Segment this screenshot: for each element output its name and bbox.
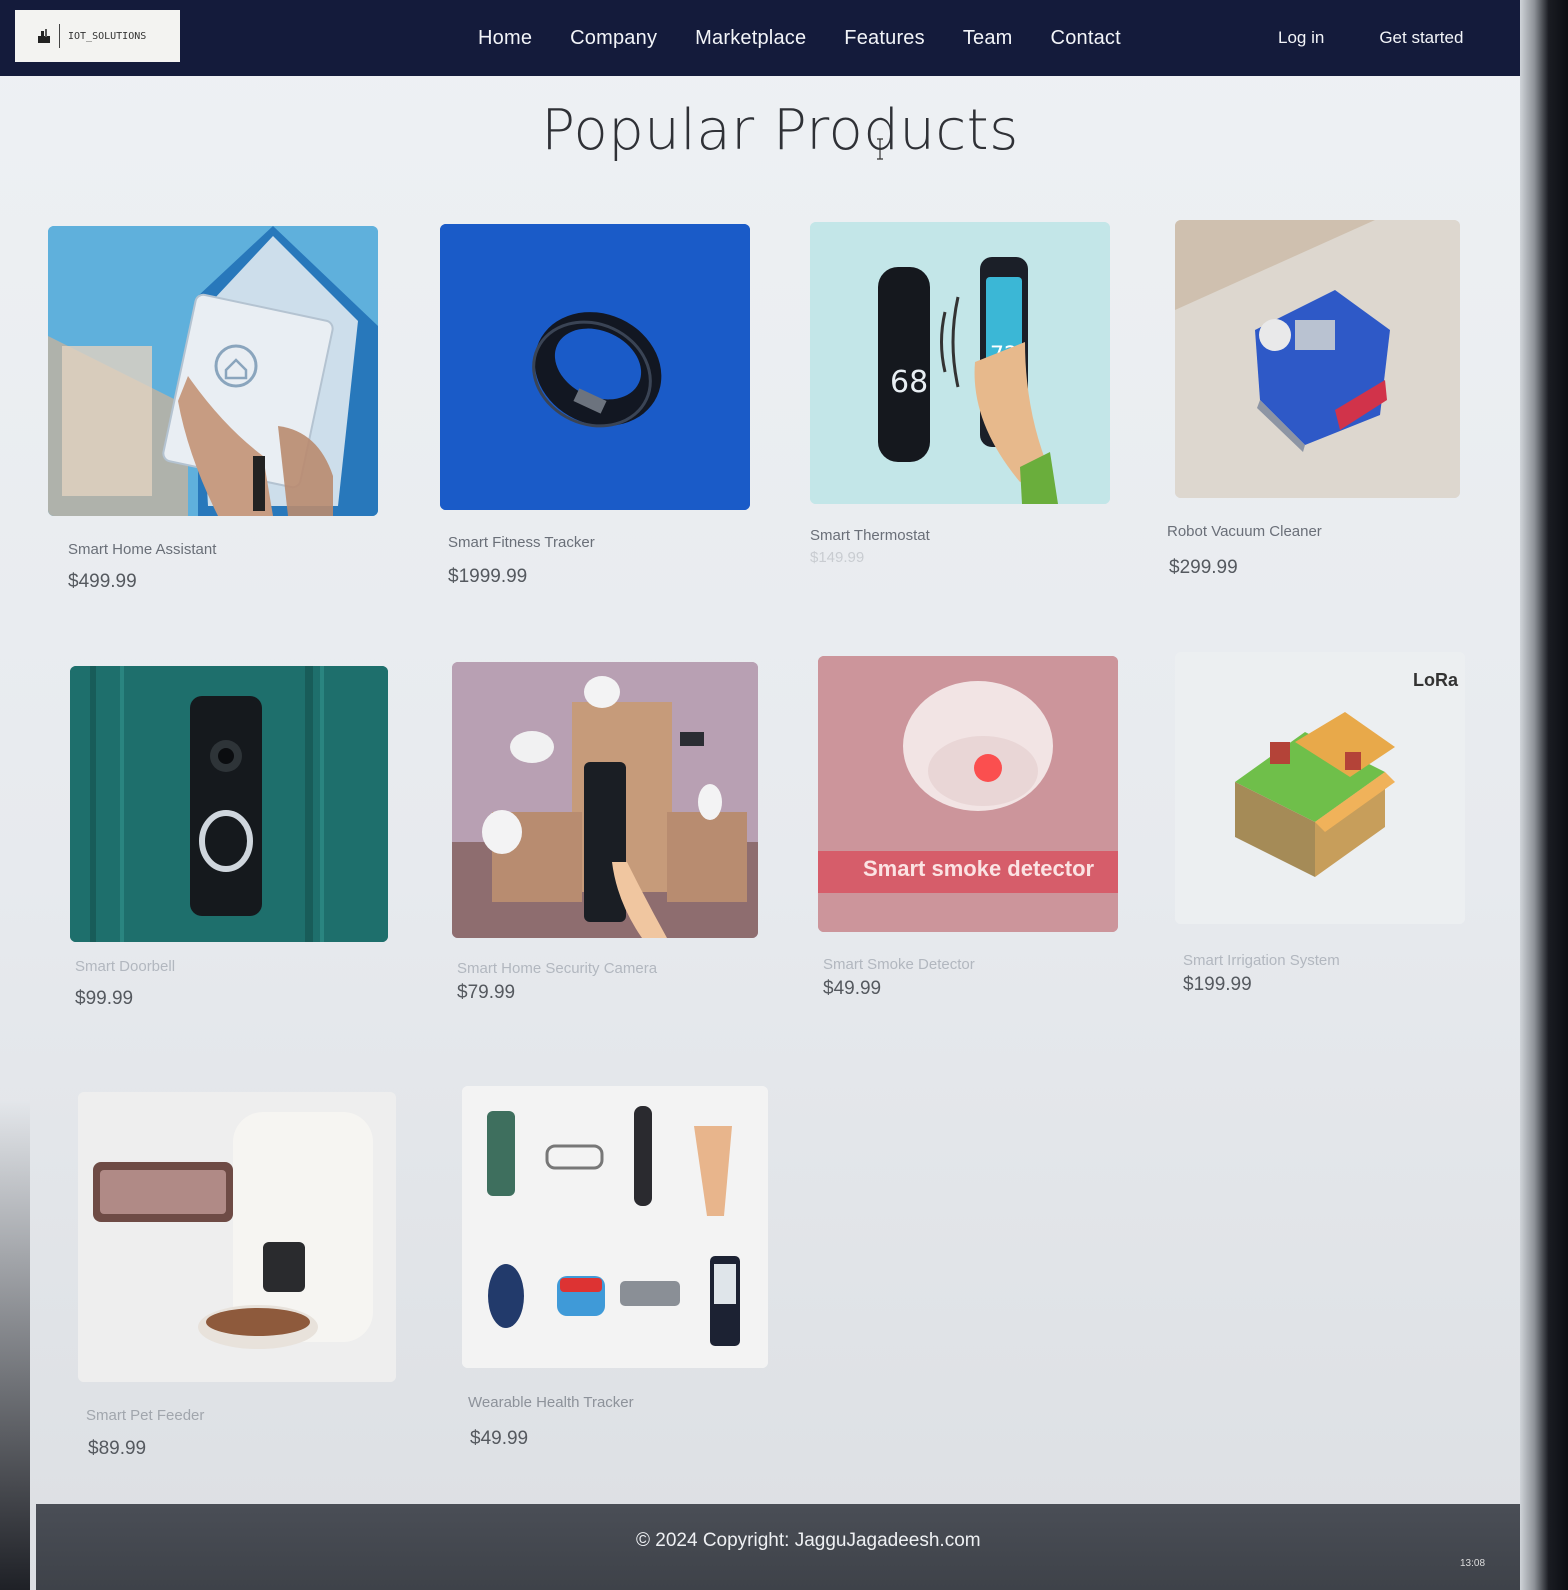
- nav-features[interactable]: Features: [844, 27, 925, 50]
- product-card[interactable]: LoRa Smart Irrigation System $199.99: [1175, 652, 1465, 1012]
- product-name[interactable]: Smart Smoke Detector: [823, 956, 975, 973]
- footer: © 2024 Copyright: JagguJagadeesh.com: [36, 1504, 1520, 1590]
- nav-team[interactable]: Team: [963, 27, 1013, 50]
- product-price: $79.99: [457, 982, 516, 1003]
- robot-vacuum-image[interactable]: [1175, 220, 1460, 498]
- nav-links: Home Company Marketplace Features Team C…: [478, 0, 1159, 76]
- video-doorbell-image[interactable]: [70, 666, 388, 942]
- product-card[interactable]: Robot Vacuum Cleaner $299.99: [1167, 220, 1460, 580]
- nav-marketplace[interactable]: Marketplace: [695, 27, 806, 50]
- product-name[interactable]: Smart Home Security Camera: [457, 960, 657, 977]
- nav-auth: Log in Get started: [1278, 0, 1463, 76]
- navbar: IOT_SOLUTIONS Home Company Marketplace F…: [0, 0, 1520, 76]
- product-price: $49.99: [470, 1428, 529, 1449]
- product-price: $89.99: [88, 1438, 147, 1459]
- product-card[interactable]: Smart Fitness Tracker $1999.99: [440, 224, 750, 604]
- product-card[interactable]: Smart Home Security Camera $79.99: [452, 662, 758, 1022]
- product-name[interactable]: Smart Irrigation System: [1183, 952, 1340, 969]
- svg-text:68: 68: [890, 365, 928, 400]
- image-caption: LoRa: [1413, 670, 1458, 690]
- product-price: $149.99: [810, 549, 865, 566]
- security-camera-image[interactable]: [452, 662, 758, 938]
- image-caption: Smart smoke detector: [863, 856, 1095, 881]
- product-card[interactable]: Smart smoke detector Smart Smoke Detecto…: [818, 656, 1118, 1016]
- product-price: $49.99: [823, 978, 882, 999]
- thermostat-phone-image[interactable]: 68 72: [810, 222, 1110, 504]
- product-price: $499.99: [68, 571, 137, 592]
- irrigation-farm-image[interactable]: LoRa: [1175, 652, 1465, 924]
- product-card[interactable]: 68 72 Smart Thermostat $149.99: [810, 222, 1110, 582]
- logo-icon: [37, 28, 51, 44]
- nav-contact[interactable]: Contact: [1051, 27, 1121, 50]
- taskbar-clock: 13:08: [1460, 1558, 1486, 1569]
- product-name[interactable]: Smart Fitness Tracker: [448, 534, 595, 551]
- product-name[interactable]: Wearable Health Tracker: [468, 1394, 634, 1411]
- product-name[interactable]: Smart Pet Feeder: [86, 1407, 204, 1424]
- product-price: $299.99: [1169, 557, 1238, 578]
- product-name[interactable]: Smart Thermostat: [810, 527, 930, 544]
- browser-viewport: IOT_SOLUTIONS Home Company Marketplace F…: [0, 0, 1520, 1590]
- product-price: $199.99: [1183, 974, 1252, 995]
- smart-home-tablet-image[interactable]: [48, 226, 378, 516]
- product-name[interactable]: Smart Doorbell: [75, 958, 175, 975]
- product-price: $99.99: [75, 988, 134, 1009]
- pet-feeder-image[interactable]: [78, 1092, 396, 1382]
- product-card[interactable]: Wearable Health Tracker $49.99: [462, 1086, 768, 1466]
- footer-copyright: © 2024 Copyright: JagguJagadeesh.com: [636, 1530, 981, 1551]
- page-title: Popular Products: [541, 98, 1019, 163]
- product-card[interactable]: Smart Pet Feeder $89.99: [78, 1092, 396, 1472]
- monitor-shadow: [0, 1100, 30, 1590]
- nav-home[interactable]: Home: [478, 27, 532, 50]
- product-card[interactable]: Smart Home Assistant $499.99: [48, 226, 378, 606]
- logo-text: IOT_SOLUTIONS: [68, 30, 147, 42]
- product-card[interactable]: Smart Doorbell $99.99: [70, 666, 388, 1026]
- logo-divider: [59, 24, 60, 48]
- smoke-detector-image[interactable]: Smart smoke detector: [818, 656, 1118, 932]
- product-price: $1999.99: [448, 566, 528, 587]
- product-name[interactable]: Robot Vacuum Cleaner: [1167, 523, 1322, 540]
- login-button[interactable]: Log in: [1278, 28, 1324, 48]
- product-name[interactable]: Smart Home Assistant: [68, 541, 216, 558]
- text-cursor-icon: [876, 138, 884, 160]
- nav-company[interactable]: Company: [570, 27, 657, 50]
- smart-ring-image[interactable]: [440, 224, 750, 510]
- wearable-devices-image[interactable]: [462, 1086, 768, 1368]
- get-started-button[interactable]: Get started: [1379, 28, 1463, 48]
- brand-logo[interactable]: IOT_SOLUTIONS: [15, 10, 180, 62]
- monitor-bezel: [1520, 0, 1568, 1590]
